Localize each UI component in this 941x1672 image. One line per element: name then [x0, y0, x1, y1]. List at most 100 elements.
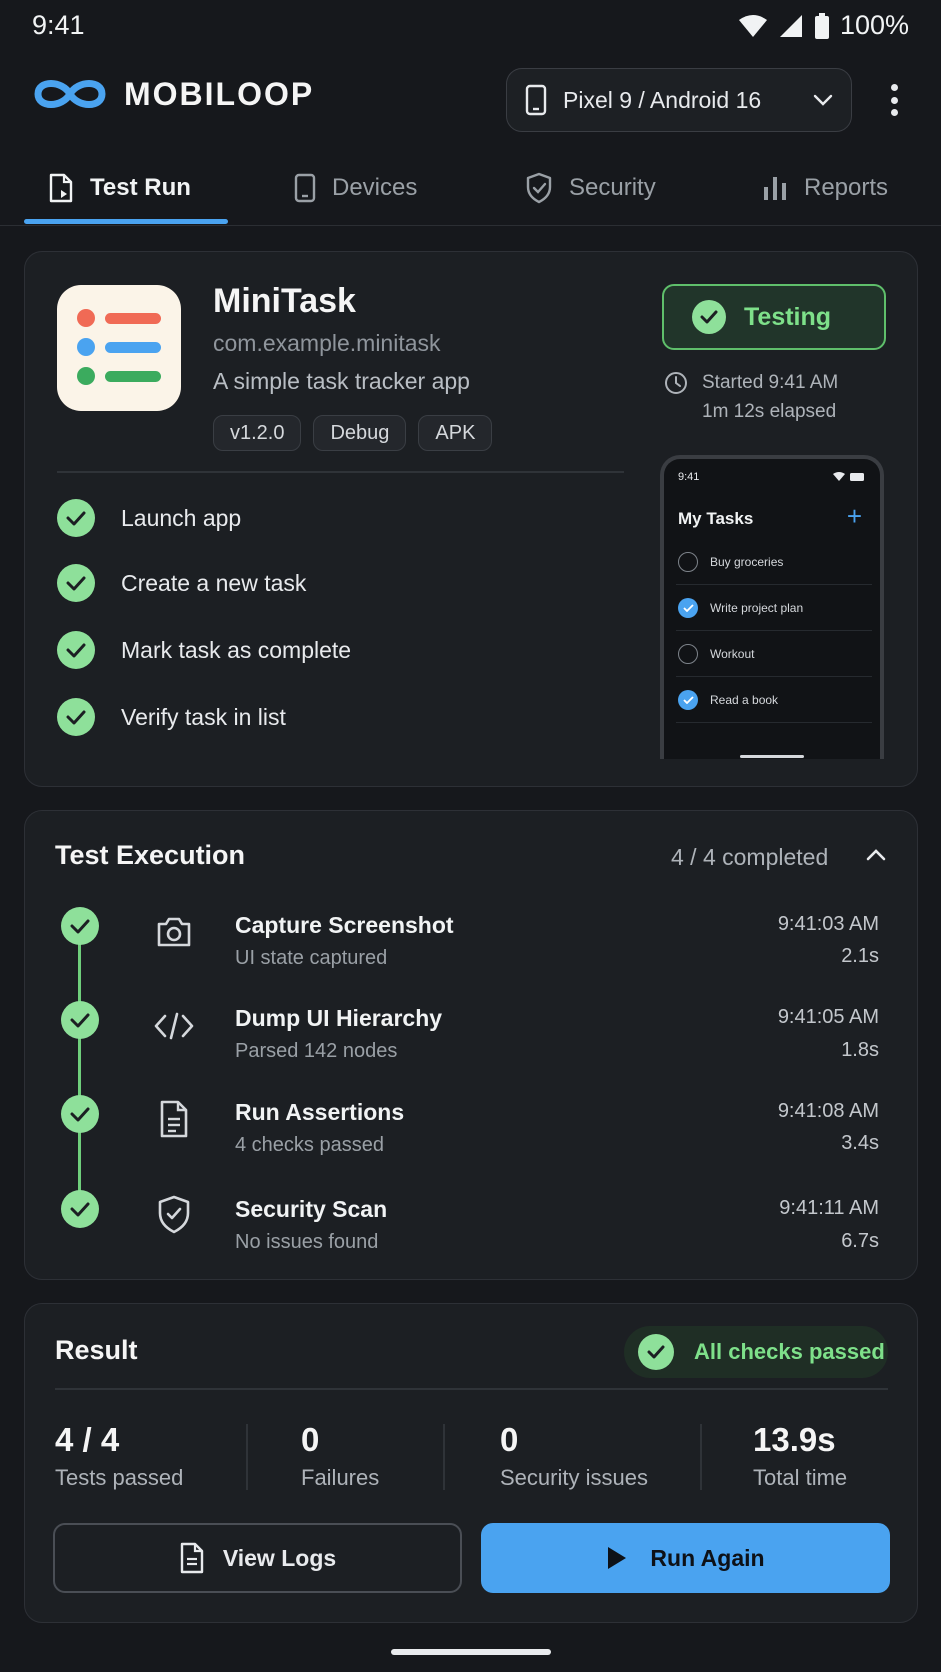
home-indicator[interactable]: [391, 1649, 551, 1655]
tab-label: Security: [569, 174, 656, 201]
execution-item-time: 9:41:08 AM: [777, 1100, 879, 1122]
test-step: Verify task in list: [57, 698, 286, 736]
more-dot: [890, 84, 898, 91]
battery-icon: [850, 472, 864, 481]
preview-title: My Tasks: [678, 509, 754, 528]
chevron-up-icon: [866, 849, 886, 861]
tab-devices[interactable]: Devices: [294, 150, 417, 226]
add-task-icon: +: [846, 501, 862, 531]
check-icon: [61, 1001, 99, 1039]
app-chips: v1.2.0 Debug APK: [213, 415, 493, 451]
active-tab-indicator: [24, 219, 228, 224]
step-label: Mark task as complete: [121, 636, 352, 663]
run-again-button[interactable]: Run Again: [481, 1523, 890, 1593]
view-logs-button[interactable]: View Logs: [53, 1523, 462, 1593]
stat-failures: 0 Failures: [301, 1421, 379, 1491]
execution-item-name: Capture Screenshot: [235, 912, 454, 938]
execution-item-name: Dump UI Hierarchy: [235, 1005, 443, 1031]
tab-test-run[interactable]: Test Run: [48, 150, 191, 226]
preview-task-row: Write project plan: [676, 585, 872, 631]
preview-task-label: Write project plan: [710, 600, 804, 615]
device-selector[interactable]: Pixel 9 / Android 16: [506, 68, 852, 132]
stat-value: 4 / 4: [55, 1421, 120, 1458]
status-time: 9:41: [32, 10, 85, 40]
stat-divider: [700, 1424, 702, 1490]
stat-security-issues: 0 Security issues: [500, 1421, 648, 1491]
shield-icon: [526, 172, 552, 204]
tab-label: Devices: [332, 174, 418, 201]
device-selector-label: Pixel 9 / Android 16: [563, 86, 762, 113]
execution-item-detail: 4 checks passed: [235, 1134, 384, 1156]
document-icon: [180, 1542, 204, 1574]
infinity-logo-icon: [34, 80, 106, 108]
battery-icon: [814, 12, 829, 39]
timeline-line: [78, 928, 81, 1210]
section-title: Result: [55, 1335, 138, 1365]
preview-task-label: Buy groceries: [710, 554, 784, 569]
elapsed-time: 1m 12s elapsed: [702, 401, 837, 422]
test-step: Launch app: [57, 499, 241, 537]
shield-check-icon: [152, 1192, 196, 1236]
play-icon: [608, 1547, 627, 1569]
stat-divider: [246, 1424, 248, 1490]
tab-security[interactable]: Security: [525, 150, 656, 226]
wifi-icon: [738, 14, 767, 37]
execution-item-time: 9:41:11 AM: [779, 1197, 879, 1219]
execution-item-name: Run Assertions: [235, 1099, 405, 1125]
chevron-down-icon: [813, 94, 833, 106]
status-label: Testing: [744, 302, 832, 331]
more-menu-button[interactable]: [880, 80, 908, 120]
run-timing: Started 9:41 AM 1m 12s elapsed: [664, 368, 838, 426]
divider: [57, 471, 624, 473]
phone-icon: [525, 84, 547, 116]
app-package: com.example.minitask: [213, 330, 441, 356]
device-screen-preview: 9:41 My Tasks + Buy groceries Write proj…: [660, 455, 884, 759]
unchecked-circle-icon: [678, 643, 698, 664]
execution-item-detail: UI state captured: [235, 947, 388, 969]
tab-reports[interactable]: Reports: [762, 150, 888, 226]
app-icon: [57, 285, 181, 411]
execution-item-duration: 3.4s: [841, 1132, 879, 1154]
stat-label: Total time: [753, 1465, 848, 1490]
wifi-icon: [833, 472, 845, 481]
stat-label: Tests passed: [55, 1465, 184, 1490]
collapse-button[interactable]: [866, 848, 886, 867]
brand: MOBILOOP: [32, 74, 314, 114]
bar-chart-icon: [764, 177, 786, 200]
badge-label: All checks passed: [694, 1339, 885, 1364]
build-type-chip: Debug: [313, 415, 407, 451]
test-step: Mark task as complete: [57, 631, 351, 669]
stat-value: 0: [500, 1421, 519, 1458]
signal-icon: [779, 14, 802, 37]
execution-count: 4 / 4 completed: [671, 844, 829, 870]
stat-tests-passed: 4 / 4 Tests passed: [55, 1421, 183, 1491]
stat-label: Security issues: [500, 1465, 648, 1490]
preview-task-label: Workout: [710, 646, 755, 661]
step-label: Launch app: [121, 504, 242, 531]
check-icon: [57, 564, 95, 602]
execution-item-time: 9:41:03 AM: [777, 913, 879, 935]
app-description: A simple task tracker app: [213, 368, 470, 394]
check-icon: [692, 300, 726, 334]
button-label: View Logs: [222, 1544, 337, 1571]
preview-task-row: Buy groceries: [676, 539, 872, 585]
check-icon: [61, 1095, 99, 1133]
unchecked-circle-icon: [678, 551, 698, 572]
check-icon: [638, 1334, 674, 1370]
divider: [55, 1388, 888, 1390]
step-label: Create a new task: [121, 569, 307, 596]
version-chip: v1.2.0: [213, 415, 302, 451]
camera-icon: [152, 910, 196, 954]
app-name: MiniTask: [213, 282, 356, 320]
execution-item-duration: 1.8s: [841, 1039, 879, 1061]
all-passed-badge: All checks passed: [624, 1326, 888, 1378]
stat-value: 0: [301, 1421, 320, 1458]
stat-label: Failures: [301, 1465, 380, 1490]
status-icons: 100%: [738, 10, 909, 41]
clock-icon: [665, 372, 687, 394]
check-icon: [57, 499, 95, 537]
stat-total-time: 13.9s Total time: [753, 1421, 847, 1491]
preview-task-label: Read a book: [710, 692, 779, 707]
test-run-icon: [49, 173, 73, 203]
tab-label: Test Run: [90, 174, 191, 201]
